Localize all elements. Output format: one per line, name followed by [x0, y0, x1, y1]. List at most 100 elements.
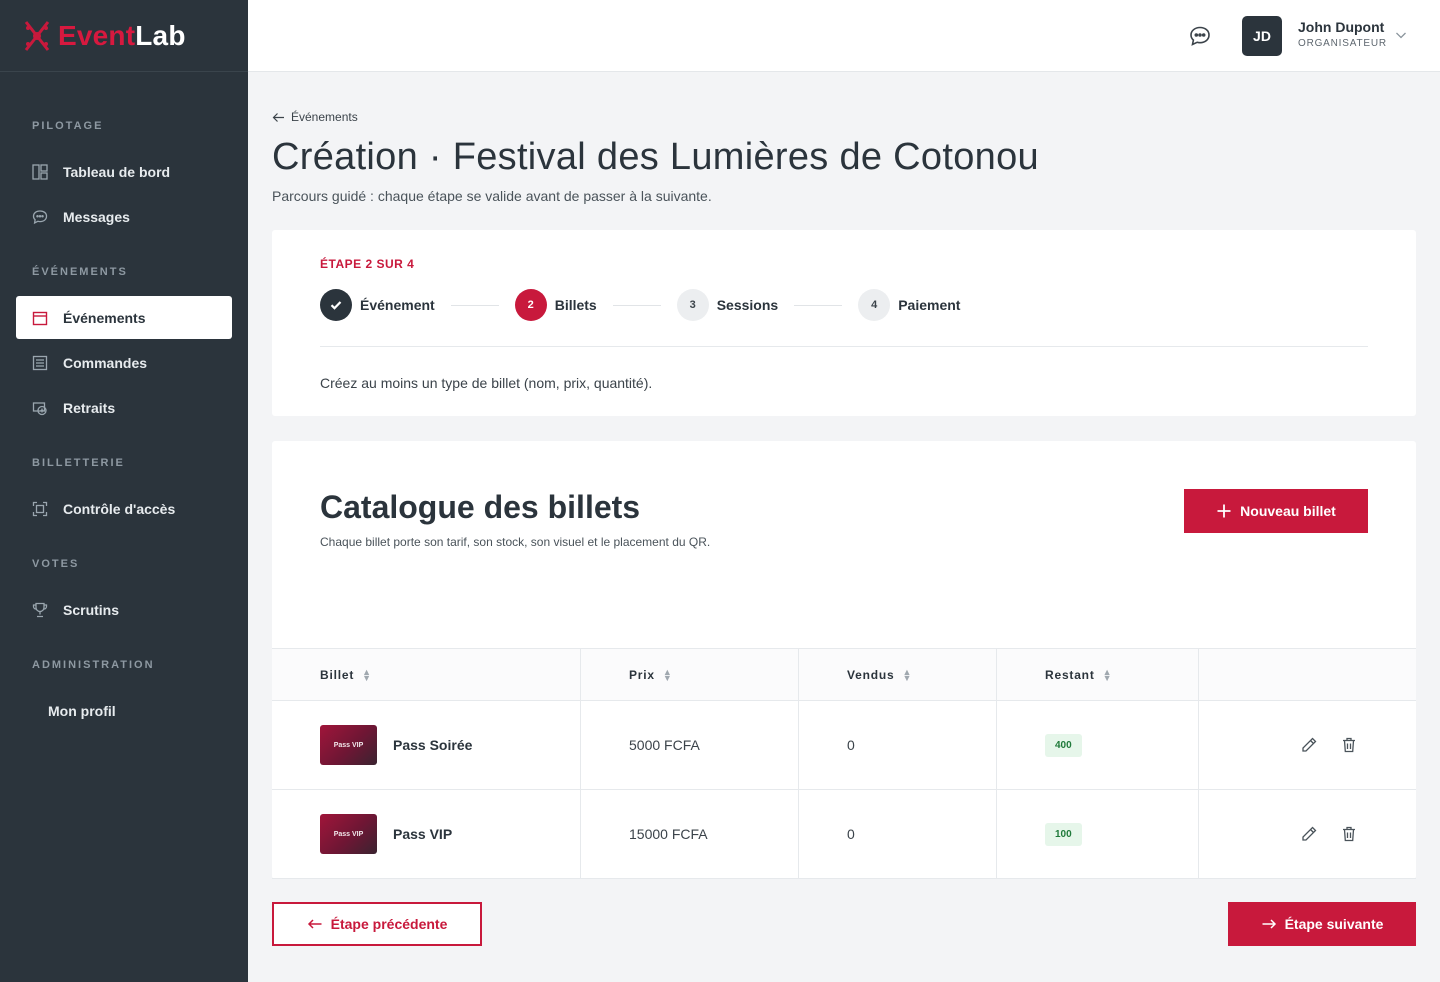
- column-header-restant[interactable]: Restant ▲ ▼: [1045, 666, 1113, 683]
- step-number: 4: [858, 289, 891, 321]
- step-label: Événement: [360, 297, 435, 313]
- breadcrumb[interactable]: Événements: [272, 110, 358, 124]
- arrow-left-icon: [272, 112, 284, 122]
- ticket-sold: 0: [847, 737, 855, 753]
- step-paiement[interactable]: 4 Paiement: [858, 289, 960, 321]
- sidebar-item-label: Commandes: [63, 354, 148, 371]
- step-evenement[interactable]: Événement: [320, 289, 435, 321]
- sort-icon: ▲ ▼: [902, 666, 913, 683]
- table-row: Pass VIP Pass VIP 15000 FCFA 0 100: [272, 790, 1416, 879]
- column-label: Vendus: [847, 667, 895, 682]
- divider: [320, 346, 1368, 347]
- chevron-down-icon[interactable]: [1394, 28, 1408, 42]
- ticket-name: Pass VIP: [393, 826, 453, 842]
- sidebar-nav: PILOTAGE Tableau de bord Messages ÉVÉNEM…: [0, 72, 248, 732]
- step-label: Paiement: [898, 297, 961, 313]
- step-connector: [794, 304, 843, 306]
- sort-icon: ▲ ▼: [662, 666, 673, 683]
- nav-section-evenements: ÉVÉNEMENTS: [32, 266, 128, 278]
- logo[interactable]: EventLab: [0, 0, 248, 72]
- nav-section-billetterie: BILLETTERIE: [32, 457, 125, 469]
- sidebar-item-withdrawals[interactable]: Retraits: [16, 386, 232, 429]
- nav-section-pilotage: PILOTAGE: [32, 120, 104, 132]
- ticket-price: 5000 FCFA: [629, 737, 700, 753]
- column-header-billet[interactable]: Billet ▲ ▼: [320, 667, 372, 682]
- page-subtitle: Parcours guidé : chaque étape se valide …: [272, 188, 712, 204]
- trash-icon[interactable]: [1340, 825, 1358, 843]
- nav-section-administration: ADMINISTRATION: [32, 659, 155, 671]
- sidebar-item-polls[interactable]: Scrutins: [16, 588, 232, 631]
- withdrawal-icon: [32, 400, 48, 416]
- sidebar-item-label: Retraits: [63, 399, 116, 416]
- messages-icon[interactable]: [1188, 24, 1212, 48]
- catalog-card: Catalogue des billets Chaque billet port…: [272, 441, 1416, 879]
- sidebar-item-orders[interactable]: Commandes: [16, 341, 232, 384]
- stepper: Événement 2 Billets 3 Sessions 4 Paiemen…: [320, 289, 960, 321]
- topbar: JD John Dupont ORGANISATEUR: [248, 0, 1440, 72]
- sidebar-item-profile[interactable]: Mon profil: [16, 689, 232, 732]
- next-step-button[interactable]: Étape suivante: [1228, 902, 1416, 946]
- sidebar-item-label: Événements: [63, 309, 146, 326]
- user-role: ORGANISATEUR: [1298, 38, 1387, 49]
- chat-icon: [32, 209, 48, 225]
- step-sessions[interactable]: 3 Sessions: [676, 289, 779, 321]
- sort-icon: ▲ ▼: [1102, 666, 1113, 683]
- sidebar-item-messages[interactable]: Messages: [16, 195, 232, 238]
- step-connector: [612, 304, 661, 306]
- new-ticket-button[interactable]: Nouveau billet: [1184, 489, 1368, 533]
- sidebar-item-events[interactable]: Événements: [16, 296, 232, 339]
- wizard-card: ÉTAPE 2 SUR 4 Événement 2 Billets 3 Sess…: [272, 230, 1416, 416]
- nav-section-votes: VOTES: [32, 558, 80, 570]
- logo-text: EventLab: [58, 19, 186, 51]
- ticket-name: Pass Soirée: [393, 737, 473, 753]
- step-number: 3: [676, 289, 709, 321]
- step-connector: [450, 304, 499, 306]
- sidebar-item-access-control[interactable]: Contrôle d'accès: [16, 487, 232, 530]
- catalog-subtitle: Chaque billet porte son tarif, son stock…: [320, 535, 711, 549]
- trophy-icon: [32, 602, 48, 618]
- thumbnail-text: Pass VIP: [333, 741, 364, 749]
- avatar[interactable]: JD: [1242, 16, 1282, 56]
- page-title: Création · Festival des Lumières de Coto…: [272, 136, 1039, 178]
- sidebar-item-label: Tableau de bord: [63, 163, 171, 180]
- catalog-title: Catalogue des billets: [320, 489, 641, 525]
- ticket-thumbnail: Pass VIP: [320, 814, 377, 854]
- arrow-right-icon: [1262, 919, 1276, 929]
- sidebar-item-label: Contrôle d'accès: [63, 500, 176, 517]
- plus-icon: [1217, 504, 1231, 518]
- sidebar-item-label: Mon profil: [48, 702, 116, 719]
- remaining-badge: 400: [1045, 733, 1082, 757]
- column-header-vendus[interactable]: Vendus ▲ ▼: [847, 666, 913, 683]
- orders-icon: [32, 355, 48, 371]
- sidebar-item-dashboard[interactable]: Tableau de bord: [16, 150, 232, 193]
- ticket-thumbnail: Pass VIP: [320, 725, 377, 765]
- column-label: Restant: [1045, 667, 1095, 682]
- table-header: Billet ▲ ▼ Prix ▲ ▼ Vendus ▲ ▼ Restant ▲ ▼: [272, 649, 1416, 701]
- column-label: Prix: [629, 667, 655, 682]
- table-row: Pass VIP Pass Soirée 5000 FCFA 0 400: [272, 701, 1416, 790]
- column-label: Billet: [320, 667, 355, 682]
- step-label: Sessions: [716, 297, 779, 313]
- new-ticket-label: Nouveau billet: [1240, 503, 1336, 519]
- step-number: 2: [514, 289, 547, 321]
- thumbnail-text: Pass VIP: [333, 830, 364, 838]
- tickets-table: Billet ▲ ▼ Prix ▲ ▼ Vendus ▲ ▼ Restant ▲ ▼ Pass …: [272, 648, 1416, 879]
- edit-icon[interactable]: [1300, 736, 1318, 754]
- trash-icon[interactable]: [1340, 736, 1358, 754]
- breadcrumb-label: Événements: [291, 110, 358, 124]
- check-icon: [320, 289, 352, 321]
- sidebar: EventLab PILOTAGE Tableau de bord Messag…: [0, 0, 248, 982]
- sidebar-item-label: Messages: [63, 208, 130, 225]
- previous-step-button[interactable]: Étape précédente: [272, 902, 482, 946]
- step-billets[interactable]: 2 Billets: [514, 289, 597, 321]
- scan-icon: [32, 501, 48, 517]
- edit-icon[interactable]: [1300, 825, 1318, 843]
- dashboard-icon: [32, 163, 48, 180]
- step-counter: ÉTAPE 2 SUR 4: [320, 257, 415, 271]
- step-hint: Créez au moins un type de billet (nom, p…: [320, 375, 653, 391]
- remaining-badge: 100: [1045, 822, 1082, 846]
- column-header-prix[interactable]: Prix ▲ ▼: [629, 666, 673, 683]
- sidebar-item-label: Scrutins: [63, 601, 120, 618]
- next-step-label: Étape suivante: [1284, 916, 1384, 932]
- user-name: John Dupont: [1298, 19, 1385, 35]
